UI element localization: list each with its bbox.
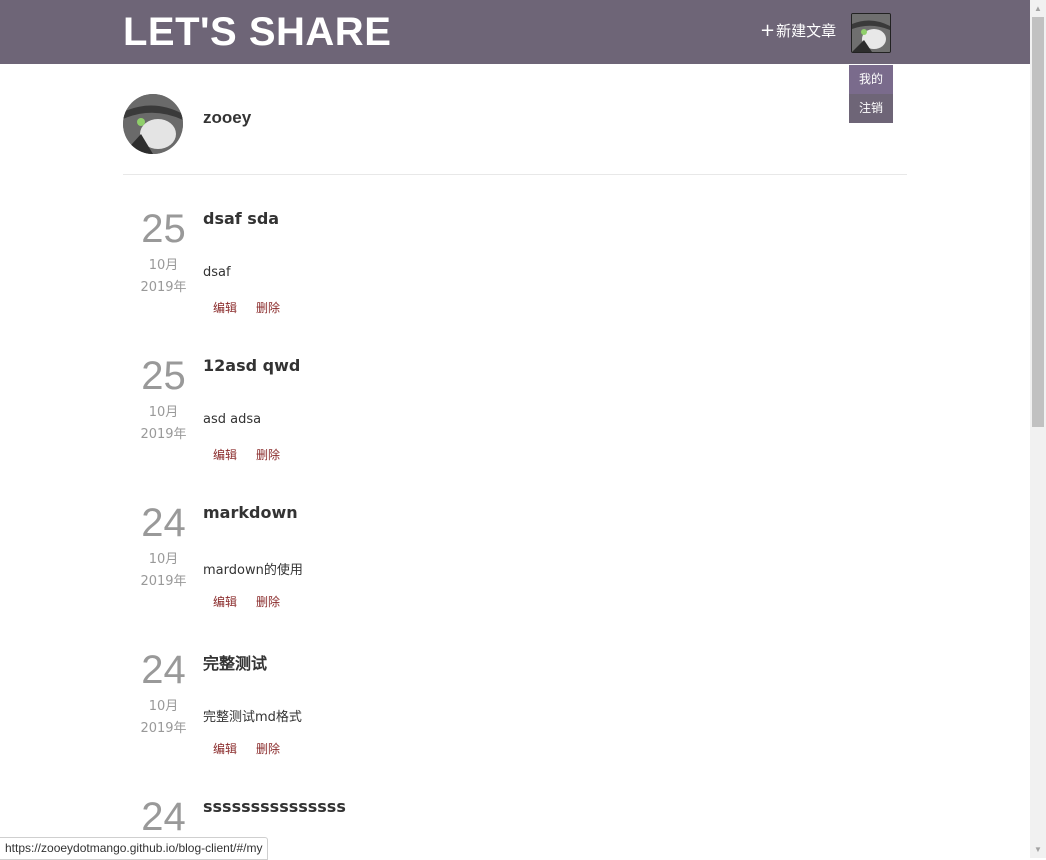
profile-header: zooey bbox=[123, 94, 907, 175]
post-day: 24 bbox=[141, 501, 186, 545]
edit-button[interactable]: 编辑 bbox=[213, 595, 237, 609]
post-date: 24 10月 2019年 bbox=[123, 499, 204, 593]
post-excerpt: 完整测试md格式 bbox=[203, 710, 302, 725]
post-item: 24 10月 2019年 完整测试 完整测试md格式 编辑 删除 bbox=[123, 646, 907, 786]
post-date: 25 10月 2019年 bbox=[123, 205, 204, 299]
delete-button[interactable]: 删除 bbox=[256, 448, 280, 462]
post-title[interactable]: dsaf sda bbox=[203, 209, 279, 228]
delete-button[interactable]: 删除 bbox=[256, 595, 280, 609]
profile-avatar bbox=[123, 94, 183, 154]
post-day: 24 bbox=[141, 648, 186, 692]
site-logo[interactable]: LET'S SHARE bbox=[123, 7, 391, 57]
edit-button[interactable]: 编辑 bbox=[213, 448, 237, 462]
post-actions: 编辑 删除 bbox=[213, 740, 299, 757]
edit-button[interactable]: 编辑 bbox=[213, 742, 237, 756]
post-excerpt: dsaf bbox=[203, 265, 231, 280]
post-day: 25 bbox=[141, 207, 186, 251]
user-avatar-button[interactable] bbox=[851, 13, 891, 53]
post-year: 2019年 bbox=[140, 574, 187, 589]
scroll-up-arrow-icon[interactable]: ▲ bbox=[1030, 0, 1046, 17]
post-month: 10月 bbox=[148, 699, 179, 714]
post-item: 25 10月 2019年 12asd qwd asd adsa 编辑 删除 bbox=[123, 352, 907, 492]
post-month: 10月 bbox=[148, 552, 179, 567]
post-day: 24 bbox=[141, 795, 186, 839]
post-month: 10月 bbox=[148, 405, 179, 420]
post-item: 25 10月 2019年 dsaf sda dsaf 编辑 删除 bbox=[123, 205, 907, 345]
scroll-down-arrow-icon[interactable]: ▼ bbox=[1030, 841, 1046, 858]
delete-button[interactable]: 删除 bbox=[256, 301, 280, 315]
plus-icon: + bbox=[760, 20, 776, 41]
post-year: 2019年 bbox=[140, 280, 187, 295]
post-date: 24 bbox=[123, 793, 204, 841]
post-date: 24 10月 2019年 bbox=[123, 646, 204, 740]
post-title[interactable]: 完整测试 bbox=[203, 650, 267, 674]
post-actions: 编辑 删除 bbox=[213, 299, 299, 316]
post-title[interactable]: sssssssssssssss bbox=[203, 797, 346, 816]
post-year: 2019年 bbox=[140, 721, 187, 736]
user-avatar-icon bbox=[852, 14, 890, 52]
profile-username: zooey bbox=[203, 108, 252, 127]
scrollbar-thumb[interactable] bbox=[1032, 17, 1044, 427]
new-post-button[interactable]: +新建文章 bbox=[760, 18, 836, 44]
user-avatar-icon bbox=[123, 94, 183, 154]
post-excerpt: asd adsa bbox=[203, 412, 262, 427]
post-actions: 编辑 删除 bbox=[213, 446, 299, 463]
post-day: 25 bbox=[141, 354, 186, 398]
post-item: 24 10月 2019年 markdown mardown的使用 编辑 删除 bbox=[123, 499, 907, 639]
status-bar-url: https://zooeydotmango.github.io/blog-cli… bbox=[0, 837, 269, 860]
post-title[interactable]: markdown bbox=[203, 503, 298, 522]
post-month: 10月 bbox=[148, 258, 179, 273]
post-date: 25 10月 2019年 bbox=[123, 352, 204, 446]
new-post-label: 新建文章 bbox=[776, 22, 837, 40]
post-year: 2019年 bbox=[140, 427, 187, 442]
top-header: LET'S SHARE +新建文章 bbox=[0, 0, 1030, 64]
post-actions: 编辑 删除 bbox=[213, 593, 299, 610]
edit-button[interactable]: 编辑 bbox=[213, 301, 237, 315]
post-title[interactable]: 12asd qwd bbox=[203, 356, 300, 375]
post-excerpt: mardown的使用 bbox=[203, 563, 303, 578]
menu-item-my[interactable]: 我的 bbox=[849, 65, 893, 94]
delete-button[interactable]: 删除 bbox=[256, 742, 280, 756]
vertical-scrollbar[interactable]: ▲ ▼ bbox=[1030, 0, 1046, 858]
